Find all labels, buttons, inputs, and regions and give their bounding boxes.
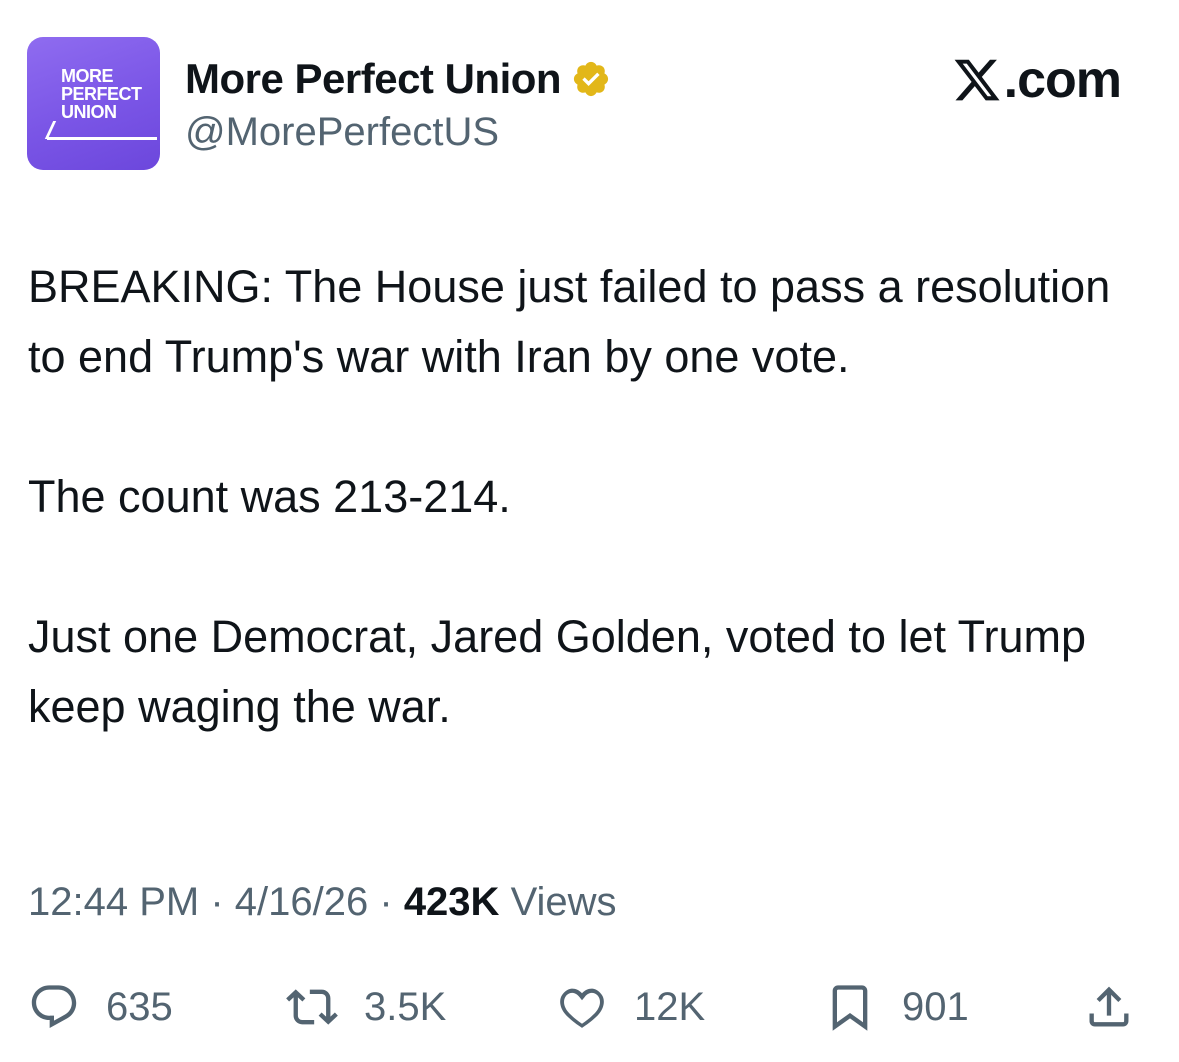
reply-icon	[31, 985, 77, 1029]
user-handle[interactable]: @MorePerfectUS	[185, 110, 499, 155]
repost-icon	[286, 989, 338, 1025]
meta-separator: ·	[379, 880, 404, 924]
post-paragraph: BREAKING: The House just failed to pass …	[28, 261, 1111, 382]
repost-button[interactable]: 3.5K	[286, 975, 446, 1039]
verified-badge-icon	[573, 61, 609, 97]
views-label: Views	[510, 880, 617, 924]
bookmark-icon	[832, 985, 868, 1031]
heart-icon	[560, 988, 604, 1028]
like-count: 12K	[634, 984, 706, 1029]
post-paragraph: The count was 213-214.	[28, 471, 511, 522]
share-button[interactable]	[1083, 975, 1135, 1039]
post-time[interactable]: 12:44 PM	[28, 880, 199, 924]
action-bar: 635 3.5K 12K 901	[28, 975, 1148, 1039]
post-date[interactable]: 4/16/26	[235, 880, 368, 924]
bookmark-count: 901	[902, 984, 969, 1029]
brand-watermark: .com	[952, 50, 1122, 110]
avatar[interactable]: MORE PERFECT UNION	[27, 37, 160, 170]
share-icon	[1089, 986, 1129, 1027]
display-name-text: More Perfect Union	[185, 55, 562, 102]
display-name[interactable]: More Perfect Union	[185, 55, 611, 103]
avatar-logo-line: MORE	[61, 66, 114, 86]
avatar-logo-line: UNION	[61, 102, 117, 122]
reply-button[interactable]: 635	[28, 975, 173, 1039]
bookmark-button[interactable]: 901	[824, 975, 969, 1039]
repost-count: 3.5K	[364, 984, 447, 1029]
avatar-logo-underline	[47, 137, 157, 140]
views-count[interactable]: 423K	[404, 880, 500, 924]
post-meta: 12:44 PM · 4/16/26 · 423K Views	[28, 880, 617, 925]
brand-label: .com	[1003, 51, 1122, 109]
post-body: BREAKING: The House just failed to pass …	[28, 252, 1128, 742]
meta-separator: ·	[210, 880, 235, 924]
reply-count: 635	[106, 984, 173, 1029]
tweet-card: MORE PERFECT UNION More Perfect Union @M…	[0, 0, 1179, 1062]
post-paragraph: Just one Democrat, Jared Golden, voted t…	[28, 611, 1087, 732]
avatar-logo-line: PERFECT	[61, 84, 142, 104]
x-logo-icon	[954, 59, 1000, 101]
avatar-logo: MORE PERFECT UNION	[61, 67, 151, 121]
like-button[interactable]: 12K	[556, 975, 705, 1039]
